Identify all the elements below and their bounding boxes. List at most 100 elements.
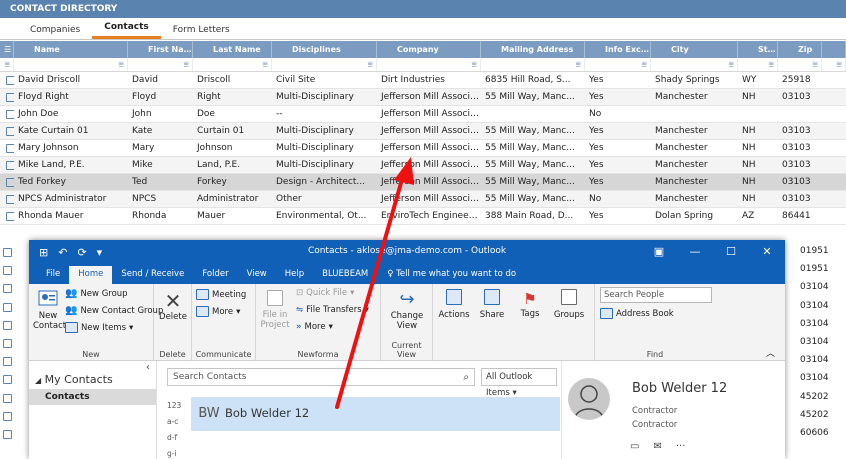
- column-header-name[interactable]: Name: [14, 41, 128, 58]
- filter-icon[interactable]: ⩸: [585, 58, 651, 71]
- quick-file-button[interactable]: ⊡ Quick File ▾: [296, 288, 354, 298]
- tab-contacts[interactable]: Contacts: [92, 22, 161, 39]
- tab-companies[interactable]: Companies: [18, 25, 92, 39]
- alpha-index-123[interactable]: 123: [167, 401, 181, 410]
- tab-bluebeam[interactable]: BLUEBEAM: [313, 266, 377, 284]
- tab-home[interactable]: Home: [69, 266, 113, 284]
- table-row[interactable]: Mike Land, P.E. Mike Land, P.E. Multi-Disci…: [0, 157, 846, 174]
- update-folder-icon[interactable]: ⟳: [77, 246, 86, 259]
- collapse-pane-icon[interactable]: ‹: [146, 362, 150, 373]
- table-row[interactable]: John Doe John Doe -- Jefferson Mill Associat…: [0, 106, 846, 123]
- groups-button[interactable]: Groups: [551, 289, 587, 320]
- filter-icon[interactable]: ⩸: [822, 58, 846, 71]
- address-book-button[interactable]: Address Book: [600, 308, 674, 319]
- contact-card-icon[interactable]: [0, 174, 14, 190]
- more-communicate-button[interactable]: More ▾: [196, 306, 240, 317]
- filter-icon[interactable]: ⩸: [0, 58, 14, 71]
- filter-icon[interactable]: ⩸: [14, 58, 128, 71]
- close-icon[interactable]: ✕: [749, 240, 785, 264]
- contact-card-icon[interactable]: [3, 375, 12, 385]
- undo-icon[interactable]: ↶: [58, 246, 67, 259]
- table-row[interactable]: David Driscoll David Driscoll Civil Site Dir…: [0, 72, 846, 89]
- tags-button[interactable]: ⚑ Tags: [515, 289, 545, 319]
- mail-icon[interactable]: ✉: [653, 441, 661, 452]
- minimize-icon[interactable]: —: [677, 240, 713, 264]
- column-header-city[interactable]: City: [651, 41, 738, 58]
- chat-icon[interactable]: ▭: [630, 441, 639, 452]
- contact-card-icon[interactable]: [3, 302, 12, 312]
- contact-card-icon[interactable]: [0, 89, 14, 105]
- contact-card-icon[interactable]: [3, 393, 12, 403]
- search-icon[interactable]: ⌕: [463, 370, 469, 386]
- filter-icon[interactable]: ⩸: [738, 58, 778, 71]
- tab-help[interactable]: Help: [276, 266, 313, 284]
- maximize-icon[interactable]: ☐: [713, 240, 749, 264]
- collapse-ribbon-icon[interactable]: ︿: [766, 346, 775, 359]
- filter-icon[interactable]: ⩸: [778, 58, 822, 71]
- alpha-index-a-c[interactable]: a-c: [167, 417, 178, 426]
- change-view-button[interactable]: ↪ Change View: [385, 289, 429, 331]
- share-button[interactable]: Share: [477, 289, 507, 320]
- filter-icon[interactable]: ⩸: [481, 58, 585, 71]
- table-row[interactable]: Ted Forkey Ted Forkey Design - Architect...…: [0, 174, 846, 191]
- contact-card-icon[interactable]: [3, 320, 12, 330]
- contact-card-icon[interactable]: [3, 339, 12, 348]
- table-row[interactable]: Mary Johnson Mary Johnson Multi-Disciplinar…: [0, 140, 846, 157]
- filter-icon[interactable]: ⩸: [272, 58, 377, 71]
- tab-view[interactable]: View: [238, 266, 276, 284]
- alpha-index-g-i[interactable]: g-i: [167, 449, 177, 458]
- contact-card-icon[interactable]: [3, 357, 12, 367]
- more-newforma-button[interactable]: » More ▾: [296, 322, 333, 332]
- column-header-last-name[interactable]: Last Name: [193, 41, 272, 58]
- contact-card-icon[interactable]: [0, 140, 14, 156]
- file-transfers-button[interactable]: ⇋ File Transfers ▾: [296, 305, 369, 315]
- search-contacts-input[interactable]: Search Contacts ⌕: [167, 368, 475, 386]
- column-header-mailing-address[interactable]: Mailing Address: [481, 41, 585, 58]
- contact-card-icon[interactable]: [0, 208, 14, 224]
- new-contact-button[interactable]: New Contact: [33, 288, 66, 331]
- file-in-project-button[interactable]: File in Project: [258, 290, 292, 330]
- filter-icon[interactable]: ⩸: [193, 58, 272, 71]
- filter-icon[interactable]: ⩸: [377, 58, 481, 71]
- alpha-index-d-f[interactable]: d-f: [167, 433, 177, 442]
- column-header-disciplines[interactable]: Disciplines: [272, 41, 377, 58]
- contact-card-icon[interactable]: [3, 266, 12, 276]
- tab-file[interactable]: File: [37, 266, 69, 284]
- search-people-input[interactable]: Search People: [600, 287, 712, 303]
- folder-contacts[interactable]: Contacts: [29, 389, 156, 405]
- search-scope-dropdown[interactable]: All Outlook Items ▾: [481, 368, 557, 398]
- my-contacts-header[interactable]: ◢ My Contacts: [35, 373, 113, 386]
- column-header-zip[interactable]: Zip: [778, 41, 822, 58]
- meeting-button[interactable]: Meeting: [196, 289, 246, 300]
- table-row[interactable]: Rhonda Mauer Rhonda Mauer Environmental, Ot…: [0, 208, 846, 225]
- column-header-state[interactable]: State: [738, 41, 778, 58]
- contact-card-icon[interactable]: [0, 72, 14, 88]
- column-options-icon[interactable]: ☰: [0, 41, 14, 58]
- contact-card-icon[interactable]: [3, 430, 12, 439]
- new-items-button[interactable]: New Items ▾: [65, 322, 133, 333]
- qat-dropdown-icon[interactable]: ▾: [97, 246, 103, 259]
- table-row[interactable]: Kate Curtain 01 Kate Curtain 01 Multi-Disci…: [0, 123, 846, 140]
- tell-me-box[interactable]: ♀ Tell me what you want to do: [377, 266, 525, 284]
- column-header-first-name[interactable]: First Name: [128, 41, 193, 58]
- column-header-company[interactable]: Company: [377, 41, 481, 58]
- contact-card-icon[interactable]: [3, 284, 12, 294]
- actions-button[interactable]: Actions: [437, 289, 471, 320]
- contact-card-icon[interactable]: [0, 191, 14, 207]
- new-group-button[interactable]: 👥 New Group: [65, 288, 128, 299]
- ribbon-display-options-icon[interactable]: ▣: [641, 240, 677, 264]
- new-contact-group-button[interactable]: 👥 New Contact Group: [65, 305, 163, 316]
- contact-card-icon[interactable]: [0, 157, 14, 173]
- more-options-icon[interactable]: ···: [676, 441, 686, 452]
- tab-send-receive[interactable]: Send / Receive: [112, 266, 193, 284]
- filter-icon[interactable]: ⩸: [651, 58, 738, 71]
- table-row[interactable]: NPCS Administrator NPCS Administrator Other…: [0, 191, 846, 208]
- contact-list-item[interactable]: BW Bob Welder 12: [191, 397, 560, 431]
- tab-form-letters[interactable]: Form Letters: [161, 25, 242, 39]
- filter-icon[interactable]: ⩸: [128, 58, 193, 71]
- delete-button[interactable]: ✕ Delete: [158, 290, 188, 322]
- contact-card-icon[interactable]: [0, 123, 14, 139]
- column-header-info-exchange[interactable]: Info Exchange User: [585, 41, 651, 58]
- table-row[interactable]: Floyd Right Floyd Right Multi-Disciplinary J…: [0, 89, 846, 106]
- contact-card-icon[interactable]: [0, 106, 14, 122]
